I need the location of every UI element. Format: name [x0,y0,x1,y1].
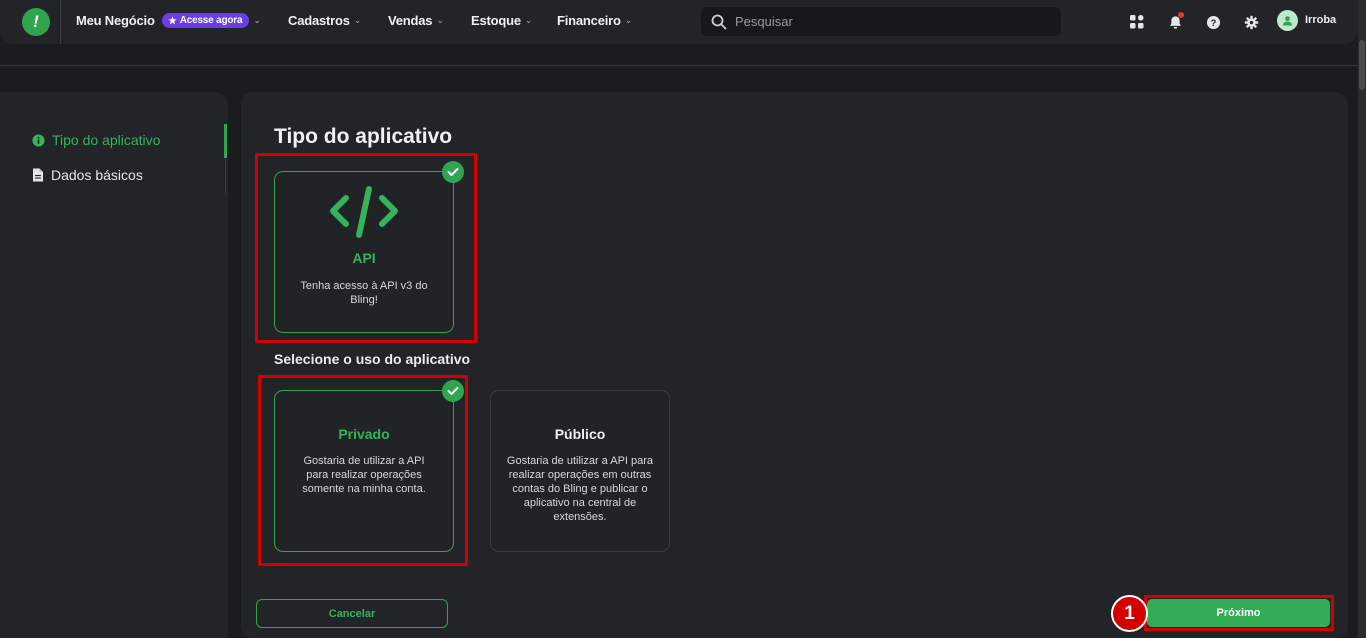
bell-icon[interactable] [1165,12,1185,32]
avatar[interactable] [1277,10,1298,31]
nav-item-financeiro[interactable]: Financeiro ⌄ [557,13,632,28]
help-icon[interactable]: ? [1203,12,1223,32]
highlight-box-private [258,375,468,566]
app-logo[interactable]: ! [22,8,50,36]
card-description: Gostaria de utilizar a API para realizar… [506,455,654,523]
svg-text:?: ? [1210,18,1216,28]
chevron-down-icon: ⌄ [253,15,261,25]
nav-item-estoque[interactable]: Estoque ⌄ [471,13,532,28]
active-step-indicator [224,124,227,158]
star-icon [168,16,177,25]
notification-dot [1178,12,1184,18]
page-title: Tipo do aplicativo [274,125,453,148]
card-title: Público [554,426,606,442]
user-name[interactable]: Irroba [1305,14,1336,26]
sidebar-item-tipo-aplicativo[interactable]: Tipo do aplicativo [32,132,160,148]
gear-icon[interactable] [1241,12,1261,32]
chevron-down-icon: ⌄ [524,15,533,25]
chevron-down-icon: ⌄ [353,15,362,25]
apps-grid-icon[interactable] [1127,12,1147,32]
info-icon [32,133,45,147]
scrollbar-thumb[interactable] [1359,40,1365,90]
wizard-steps-sidebar: Tipo do aplicativo Dados básicos [0,92,228,638]
nav-item-cadastros[interactable]: Cadastros ⌄ [288,13,361,28]
search-box[interactable] [701,7,1061,36]
acesse-agora-badge[interactable]: Acesse agora [161,13,250,28]
nav-item-vendas[interactable]: Vendas ⌄ [388,13,444,28]
document-icon [33,168,43,182]
header-divider [0,65,1358,66]
search-input[interactable] [735,14,1035,29]
chevron-down-icon: ⌄ [436,15,444,25]
step-number-marker: 1 [1111,595,1148,632]
next-button[interactable]: Próximo [1147,599,1330,627]
nav-item-meu-negocio[interactable]: Meu Negócio Acesse agora ⌄ [76,13,261,28]
search-icon [711,14,727,29]
user-icon [1282,16,1293,26]
highlight-box-api [255,153,477,343]
usage-section-title: Selecione o uso do aplicativo [274,351,471,367]
logo-divider [60,0,61,44]
nav-label: Meu Negócio [76,13,155,28]
chevron-down-icon: ⌄ [624,15,633,25]
public-usage-card[interactable]: Público Gostaria de utilizar a API para … [490,390,670,552]
sidebar-item-dados-basicos[interactable]: Dados básicos [32,167,143,183]
page-scrollbar[interactable] [1358,0,1366,638]
step-rail [225,158,226,193]
top-navbar: ! Meu Negócio Acesse agora ⌄ Cadastros ⌄ … [0,0,1358,44]
cancel-button[interactable]: Cancelar [256,599,448,628]
